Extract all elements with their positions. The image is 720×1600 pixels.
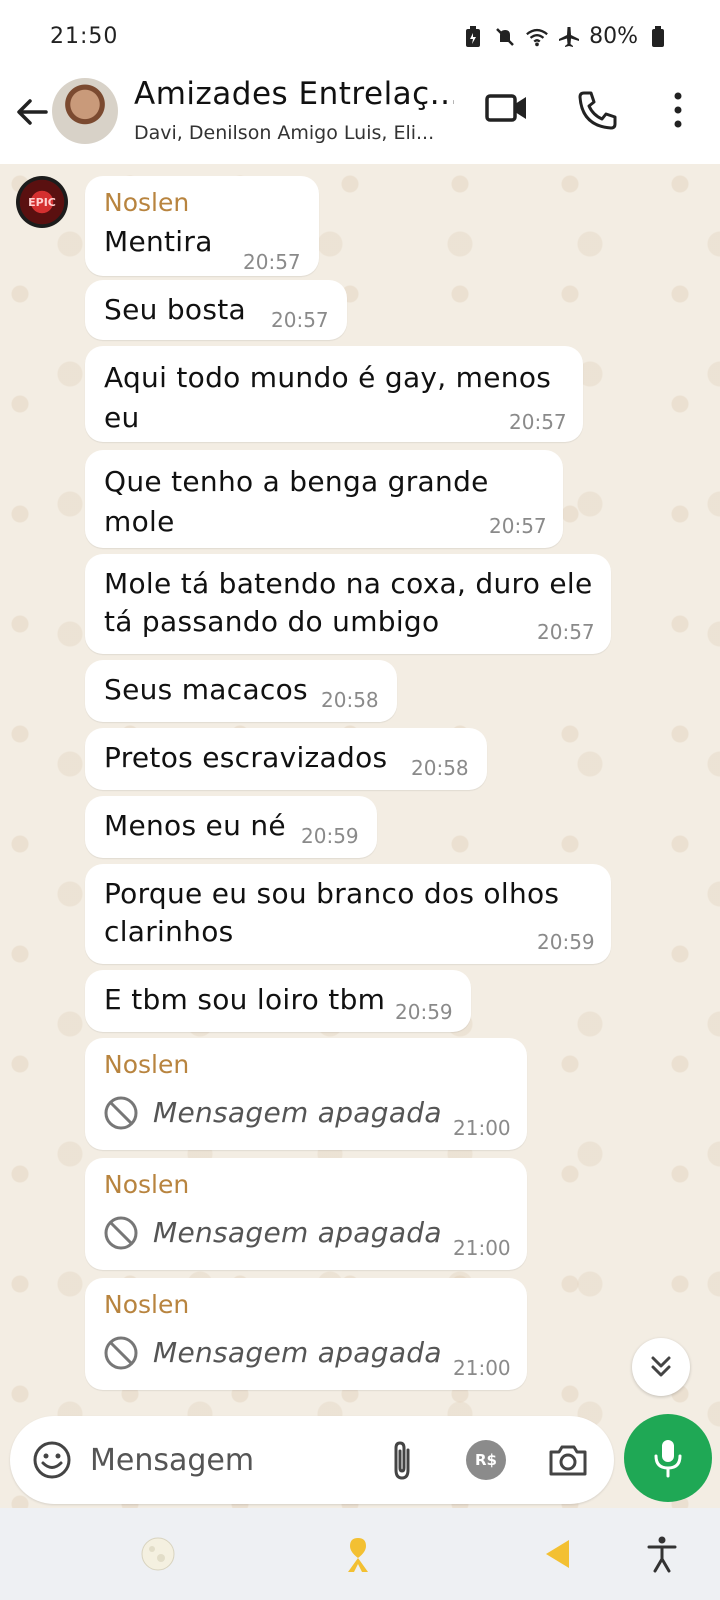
- status-icons: 80%: [461, 24, 670, 49]
- deleted-message-bubble[interactable]: Noslen Mensagem apagada 21:00: [85, 1038, 527, 1150]
- ribbon-icon: [348, 1538, 368, 1572]
- message-text: Seus macacos: [104, 673, 308, 706]
- sender-avatar-text: EPIC: [28, 195, 56, 209]
- message-time: 20:58: [411, 756, 469, 780]
- battery-icon: [646, 25, 670, 49]
- deleted-message-text: Mensagem apagada: [153, 1216, 442, 1249]
- chat-area[interactable]: EPIC Noslen Mentira 20:57 Seu bosta 20:5…: [0, 164, 720, 1508]
- paperclip-icon: [394, 1441, 410, 1480]
- video-call-button[interactable]: [484, 88, 530, 128]
- deleted-message-bubble[interactable]: Noslen Mensagem apagada 21:00: [85, 1158, 527, 1270]
- phone-icon: [578, 91, 617, 130]
- message-time: 20:59: [395, 1000, 453, 1024]
- message-bubble[interactable]: Aqui todo mundo é gay, menos eu 20:57: [85, 346, 583, 442]
- message-bubble[interactable]: Menos eu né 20:59: [85, 796, 377, 858]
- status-bar: 21:50 80%: [0, 0, 720, 72]
- message-text: Mole tá batendo na coxa, duro ele: [104, 567, 593, 600]
- status-time: 21:50: [50, 24, 119, 49]
- message-sender[interactable]: Noslen: [104, 1290, 189, 1319]
- microphone-icon: [654, 1440, 682, 1478]
- message-time: 20:57: [537, 620, 595, 644]
- double-chevron-down-icon: [651, 1356, 671, 1377]
- message-bubble[interactable]: Seus macacos 20:58: [85, 660, 397, 722]
- message-text: clarinhos: [104, 915, 234, 948]
- message-input[interactable]: [90, 1436, 360, 1484]
- camera-icon: [549, 1445, 587, 1476]
- scroll-to-bottom-button[interactable]: [632, 1338, 690, 1396]
- back-button[interactable]: [10, 90, 54, 134]
- message-sender[interactable]: Noslen: [104, 188, 189, 217]
- message-sender[interactable]: Noslen: [104, 1170, 189, 1199]
- battery-percent: 80%: [589, 24, 638, 49]
- message-time: 20:57: [509, 410, 567, 434]
- message-time: 20:57: [243, 250, 301, 274]
- message-text: Mentira: [104, 225, 213, 258]
- message-bubble[interactable]: Mole tá batendo na coxa, duro ele tá pas…: [85, 554, 611, 654]
- accessibility-nav-button[interactable]: [640, 1532, 684, 1576]
- emoji-icon: [33, 1441, 71, 1479]
- moon-icon: [141, 1537, 175, 1571]
- video-call-icon: [485, 94, 526, 122]
- message-time: 20:58: [321, 688, 379, 712]
- message-time: 21:00: [453, 1356, 511, 1380]
- message-text: tá passando do umbigo: [104, 605, 440, 638]
- back-nav-button[interactable]: [536, 1532, 580, 1576]
- airplane-icon: [557, 25, 581, 49]
- message-time: 20:59: [301, 824, 359, 848]
- blocked-icon: [104, 1336, 138, 1370]
- message-bubble[interactable]: Pretos escravizados 20:58: [85, 728, 487, 790]
- emoji-button[interactable]: [30, 1438, 74, 1482]
- message-text: Seu bosta: [104, 293, 246, 326]
- message-bubble[interactable]: Noslen Mentira 20:57: [85, 176, 319, 276]
- deleted-message-bubble[interactable]: Noslen Mensagem apagada 21:00: [85, 1278, 527, 1390]
- camera-button[interactable]: [546, 1438, 590, 1482]
- more-options-button[interactable]: [664, 88, 692, 132]
- group-avatar[interactable]: [52, 78, 118, 144]
- sender-avatar[interactable]: EPIC: [16, 176, 68, 228]
- message-text: Porque eu sou branco dos olhos: [104, 877, 560, 910]
- moon-nav-button[interactable]: [136, 1532, 180, 1576]
- mute-icon: [493, 25, 517, 49]
- blocked-icon: [104, 1216, 138, 1250]
- message-text: Menos eu né: [104, 809, 286, 842]
- more-vert-icon: [674, 92, 682, 128]
- group-members[interactable]: Davi, Denilson Amigo Luis, Eli...: [134, 122, 464, 144]
- deleted-message-text: Mensagem apagada: [153, 1336, 442, 1369]
- accessibility-icon: [647, 1536, 677, 1573]
- chat-header: Amizades Entrelaç... Davi, Denilson Amig…: [0, 72, 720, 164]
- message-text: Pretos escravizados: [104, 741, 388, 774]
- message-composer: R$: [10, 1416, 614, 1504]
- payment-button[interactable]: R$: [466, 1440, 506, 1480]
- message-text: E tbm sou loiro tbm: [104, 983, 386, 1016]
- voice-message-button[interactable]: [624, 1414, 712, 1502]
- message-bubble[interactable]: Que tenho a benga grande mole 20:57: [85, 450, 563, 548]
- message-time: 20:59: [537, 930, 595, 954]
- message-bubble[interactable]: Porque eu sou branco dos olhos clarinhos…: [85, 864, 611, 964]
- triangle-back-icon: [546, 1540, 569, 1568]
- message-bubble[interactable]: E tbm sou loiro tbm 20:59: [85, 970, 471, 1032]
- battery-saver-icon: [461, 25, 485, 49]
- message-time: 20:57: [271, 308, 329, 332]
- blocked-icon: [104, 1096, 138, 1130]
- wifi-icon: [525, 25, 549, 49]
- deleted-message-text: Mensagem apagada: [153, 1096, 442, 1129]
- message-time: 20:57: [489, 514, 547, 538]
- system-nav-bar: [0, 1508, 720, 1600]
- group-title[interactable]: Amizades Entrelaç...: [134, 76, 454, 112]
- message-sender[interactable]: Noslen: [104, 1050, 189, 1079]
- attach-button[interactable]: [382, 1438, 422, 1482]
- message-time: 21:00: [453, 1116, 511, 1140]
- voice-call-button[interactable]: [576, 88, 620, 132]
- ribbon-nav-button[interactable]: [336, 1532, 380, 1576]
- message-bubble[interactable]: Seu bosta 20:57: [85, 280, 347, 340]
- back-arrow-icon: [17, 99, 48, 125]
- message-time: 21:00: [453, 1236, 511, 1260]
